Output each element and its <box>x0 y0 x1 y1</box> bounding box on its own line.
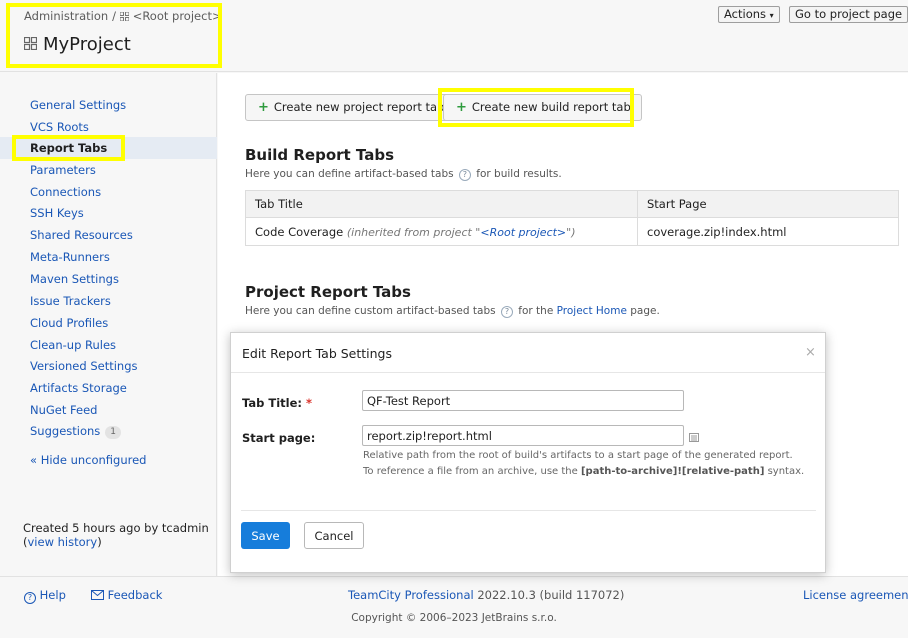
close-icon[interactable]: × <box>805 345 816 360</box>
tab-title-label-text: Tab Title: <box>242 396 302 410</box>
required-marker: * <box>306 396 313 410</box>
save-button[interactable]: Save <box>241 522 290 549</box>
start-page-label: Start page: <box>242 431 316 445</box>
dialog-divider <box>231 372 825 373</box>
start-page-hint-2: To reference a file from an archive, use… <box>363 466 804 477</box>
tab-title-input[interactable] <box>362 390 684 411</box>
dialog-footer-divider <box>241 510 816 511</box>
tab-title-label: Tab Title: * <box>242 396 312 410</box>
artifact-tree-icon[interactable] <box>689 431 699 445</box>
hint2-before: To reference a file from an archive, use… <box>363 466 578 477</box>
edit-report-tab-dialog: Edit Report Tab Settings × Tab Title: * … <box>230 332 826 573</box>
hint2-after: syntax. <box>767 466 805 477</box>
modal-overlay: Edit Report Tab Settings × Tab Title: * … <box>0 0 908 638</box>
cancel-button[interactable]: Cancel <box>304 522 364 549</box>
hint2-syntax: [path-to-archive]![relative-path] <box>580 466 765 477</box>
start-page-input[interactable] <box>362 425 684 446</box>
dialog-title: Edit Report Tab Settings <box>242 346 392 361</box>
start-page-hint-1: Relative path from the root of build's a… <box>363 450 793 461</box>
